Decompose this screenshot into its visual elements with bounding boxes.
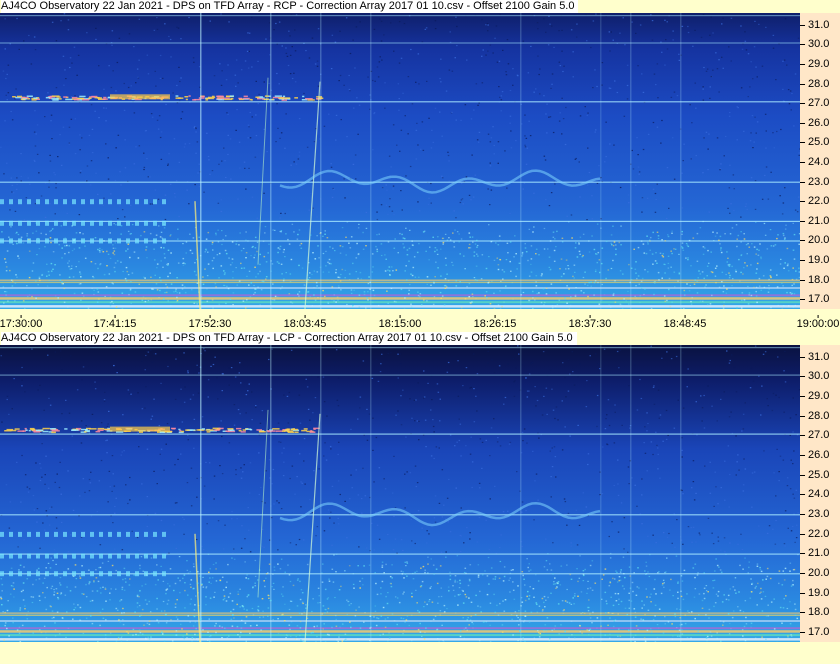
frequency-tick-label: 28.0 — [799, 77, 830, 90]
time-axis: 17:30:00 17:41:15 17:52:30 18:03:45 18:15:00… — [0, 315, 840, 332]
time-tick-label: 19:00:00 — [796, 315, 840, 330]
frequency-tick-label: 25.0 — [799, 468, 830, 481]
time-tick-label: 18:26:15 — [473, 315, 517, 330]
frequency-tick-label: 24.0 — [799, 155, 830, 168]
time-tick-label: 18:03:45 — [283, 315, 327, 330]
spectrogram-image-rcp — [0, 13, 800, 309]
frequency-tick-label: 21.0 — [799, 214, 830, 227]
frequency-tick-label: 20.0 — [799, 567, 830, 580]
frequency-tick-label: 20.0 — [799, 234, 830, 247]
frequency-tick-label: 21.0 — [799, 547, 830, 560]
frequency-tick-label: 26.0 — [799, 449, 830, 462]
time-tick-label: 17:41:15 — [93, 315, 137, 330]
spectrogram-lcp — [0, 345, 800, 642]
frequency-tick-label: 22.0 — [799, 527, 830, 540]
frequency-tick-label: 18.0 — [799, 606, 830, 619]
spectrogram-image-lcp — [0, 345, 800, 642]
frequency-tick-label: 23.0 — [799, 175, 830, 188]
frequency-tick-label: 30.0 — [799, 38, 830, 51]
panel-title-lcp: AJ4CO Observatory 22 Jan 2021 - DPS on T… — [1, 332, 577, 345]
time-tick-label: 18:15:00 — [378, 315, 422, 330]
frequency-tick-label: 19.0 — [799, 253, 830, 266]
time-tick-label: 17:52:30 — [188, 315, 232, 330]
time-tick-label: 18:37:30 — [568, 315, 612, 330]
frequency-axis-rcp: 31.0 30.0 29.0 28.0 27.0 26.0 25.0 24.0 23.0 22.0… — [799, 13, 840, 309]
frequency-tick-label: 31.0 — [799, 18, 830, 31]
time-tick-label: 17:30:00 — [0, 315, 43, 330]
frequency-tick-label: 27.0 — [799, 429, 830, 442]
frequency-tick-label: 29.0 — [799, 390, 830, 403]
frequency-tick-label: 31.0 — [799, 350, 830, 363]
frequency-tick-label: 23.0 — [799, 508, 830, 521]
panel-title-rcp: AJ4CO Observatory 22 Jan 2021 - DPS on T… — [1, 0, 579, 13]
frequency-tick-label: 28.0 — [799, 409, 830, 422]
frequency-axis-lcp: 31.0 30.0 29.0 28.0 27.0 26.0 25.0 24.0 23.0 22.0… — [799, 345, 840, 642]
bottom-bar — [0, 642, 840, 664]
frequency-tick-label: 30.0 — [799, 370, 830, 383]
frequency-tick-label: 17.0 — [799, 626, 830, 639]
frequency-tick-label: 26.0 — [799, 116, 830, 129]
frequency-tick-label: 25.0 — [799, 136, 830, 149]
spectrogram-rcp — [0, 13, 800, 309]
frequency-tick-label: 18.0 — [799, 273, 830, 286]
frequency-tick-label: 17.0 — [799, 293, 830, 306]
frequency-tick-label: 29.0 — [799, 57, 830, 70]
frequency-tick-label: 24.0 — [799, 488, 830, 501]
frequency-tick-label: 19.0 — [799, 586, 830, 599]
time-tick-label: 18:48:45 — [663, 315, 707, 330]
frequency-tick-label: 22.0 — [799, 195, 830, 208]
frequency-tick-label: 27.0 — [799, 97, 830, 110]
